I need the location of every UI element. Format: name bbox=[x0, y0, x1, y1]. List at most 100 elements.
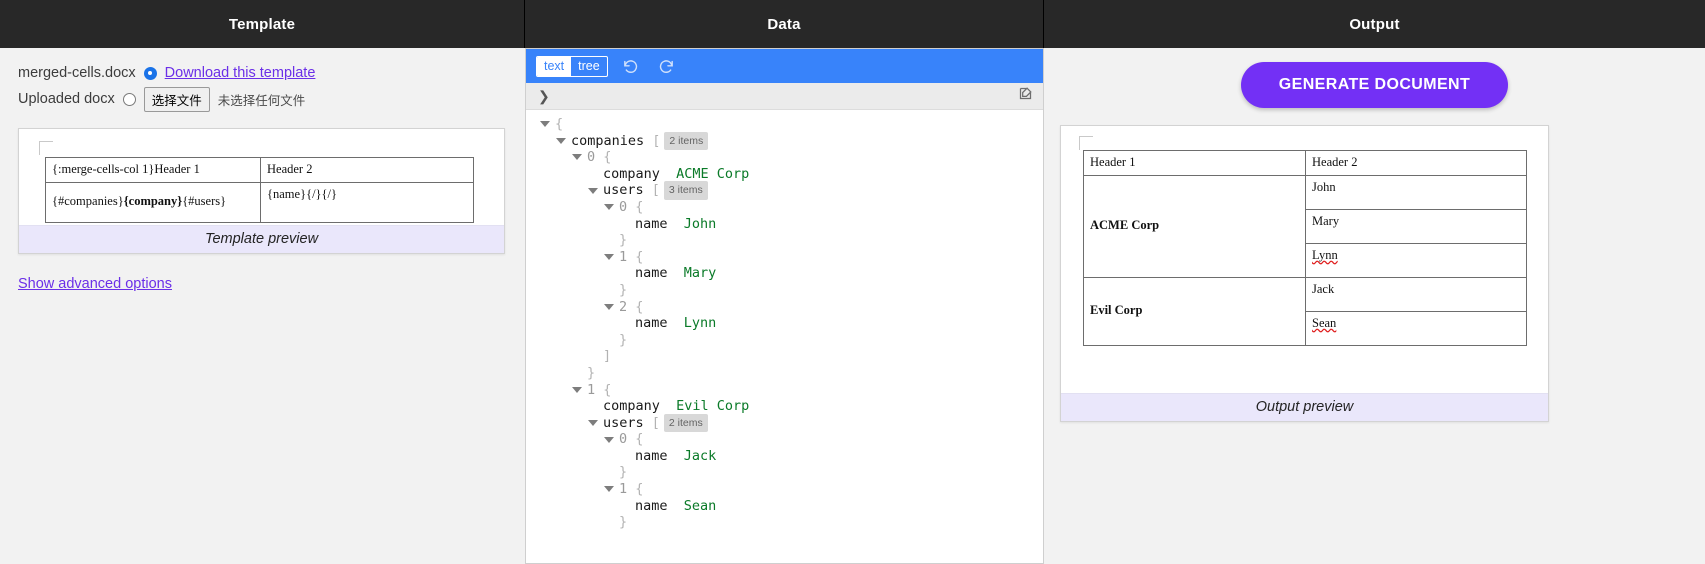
json-tree-node[interactable]: 2 { bbox=[526, 299, 1043, 316]
json-tree-node[interactable]: users [3 items bbox=[526, 181, 1043, 200]
json-bracket: } bbox=[619, 232, 628, 249]
json-tree-node[interactable]: 0 { bbox=[526, 431, 1043, 448]
json-tree-node[interactable]: { bbox=[526, 116, 1043, 133]
json-string-value: Mary bbox=[675, 265, 717, 282]
template-panel: Template merged-cells.docx Download this… bbox=[0, 0, 525, 564]
json-search-bar[interactable]: ❯ bbox=[526, 83, 1043, 110]
undo-icon[interactable] bbox=[618, 54, 644, 78]
json-string-value: ACME Corp bbox=[668, 165, 750, 182]
radio-default-template[interactable] bbox=[143, 66, 157, 80]
json-tree-node[interactable]: company Evil Corp bbox=[526, 398, 1043, 415]
json-bracket: } bbox=[619, 331, 628, 348]
json-tree-node[interactable]: name Sean bbox=[526, 498, 1043, 515]
json-tree-node[interactable]: } bbox=[526, 332, 1043, 349]
json-item-count-badge: 2 items bbox=[664, 131, 709, 151]
json-key: name bbox=[635, 315, 676, 332]
template-source-upload-row: Uploaded docx 选择文件 未选择任何文件 bbox=[18, 86, 507, 112]
template-file-name: merged-cells.docx bbox=[18, 65, 136, 81]
json-tree-node[interactable]: 1 { bbox=[526, 382, 1043, 399]
json-tree-node[interactable]: ] bbox=[526, 348, 1043, 365]
json-string-value: Lynn bbox=[675, 315, 717, 332]
page-ruler-mark bbox=[1079, 136, 1093, 150]
json-tree-node[interactable]: name John bbox=[526, 216, 1043, 233]
generate-document-button[interactable]: GENERATE DOCUMENT bbox=[1240, 62, 1509, 108]
chevron-right-icon[interactable]: ❯ bbox=[538, 88, 550, 105]
expand-collapse-triangle-icon[interactable] bbox=[604, 436, 614, 443]
download-template-link[interactable]: Download this template bbox=[165, 65, 316, 81]
json-bracket: { bbox=[603, 149, 612, 166]
radio-uploaded-docx[interactable] bbox=[122, 92, 136, 106]
json-key: name bbox=[635, 447, 676, 464]
expand-collapse-triangle-icon[interactable] bbox=[588, 419, 598, 426]
json-array-index: 2 bbox=[619, 298, 636, 315]
json-tree-node[interactable]: } bbox=[526, 282, 1043, 299]
template-source-default-row: merged-cells.docx Download this template bbox=[18, 62, 507, 84]
json-tree-node[interactable]: } bbox=[526, 365, 1043, 382]
expand-collapse-triangle-icon[interactable] bbox=[572, 154, 582, 161]
expand-collapse-triangle-icon[interactable] bbox=[604, 204, 614, 211]
json-bracket: } bbox=[619, 514, 628, 531]
json-tree-node[interactable]: name Mary bbox=[526, 265, 1043, 282]
page-ruler-mark bbox=[39, 141, 53, 155]
json-tree-node[interactable]: name Lynn bbox=[526, 315, 1043, 332]
mode-tree-button[interactable]: tree bbox=[571, 57, 607, 76]
json-tree-node[interactable]: name Jack bbox=[526, 448, 1043, 465]
json-item-count-badge: 2 items bbox=[663, 413, 708, 433]
json-key: name bbox=[635, 265, 676, 282]
json-tree-node[interactable]: } bbox=[526, 514, 1043, 531]
json-tree-node[interactable]: company ACME Corp bbox=[526, 166, 1043, 183]
json-bracket: } bbox=[587, 364, 596, 381]
json-bracket: ] bbox=[603, 348, 612, 365]
output-user-cell: John bbox=[1305, 174, 1527, 210]
json-bracket: [ bbox=[651, 182, 660, 199]
json-tree-node[interactable]: 1 { bbox=[526, 249, 1043, 266]
output-header-cell-1: Header 1 bbox=[1083, 150, 1306, 176]
json-tree-node[interactable]: users [2 items bbox=[526, 413, 1043, 433]
json-array-index: 0 bbox=[587, 149, 604, 166]
json-bracket: { bbox=[635, 248, 644, 265]
choose-file-button[interactable]: 选择文件 bbox=[143, 86, 210, 112]
json-tree-node[interactable]: companies [2 items bbox=[526, 131, 1043, 151]
json-bracket: { bbox=[635, 298, 644, 315]
expand-collapse-triangle-icon[interactable] bbox=[540, 121, 550, 128]
expand-collapse-triangle-icon[interactable] bbox=[604, 254, 614, 261]
json-bracket: { bbox=[555, 116, 564, 132]
table-row: Evil Corp Jack bbox=[1083, 276, 1527, 346]
json-tree-node[interactable]: 0 { bbox=[526, 149, 1043, 166]
json-string-value: Sean bbox=[675, 497, 717, 514]
expand-collapse-triangle-icon[interactable] bbox=[604, 486, 614, 493]
json-bracket: [ bbox=[652, 132, 661, 149]
template-panel-header: Template bbox=[0, 0, 525, 48]
output-user-cell: Sean bbox=[1305, 310, 1527, 346]
edit-pencil-icon[interactable] bbox=[1018, 86, 1033, 106]
output-user-name: Mary bbox=[1312, 213, 1340, 228]
json-array-index: 1 bbox=[587, 381, 604, 398]
data-panel-header: Data bbox=[525, 0, 1044, 48]
show-advanced-options-link[interactable]: Show advanced options bbox=[18, 276, 172, 292]
expand-collapse-triangle-icon[interactable] bbox=[572, 386, 582, 393]
json-tree-node[interactable]: } bbox=[526, 232, 1043, 249]
json-key: company bbox=[603, 165, 669, 182]
json-tree-node[interactable]: } bbox=[526, 464, 1043, 481]
json-key: name bbox=[635, 215, 676, 232]
json-tree-node[interactable]: 0 { bbox=[526, 199, 1043, 216]
editor-mode-switch[interactable]: text tree bbox=[536, 55, 608, 77]
redo-icon[interactable] bbox=[654, 54, 680, 78]
output-user-name: Sean bbox=[1312, 315, 1337, 330]
template-preview-card: {:merge-cells-col 1}Header 1 Header 2 {#… bbox=[18, 128, 505, 254]
expand-collapse-triangle-icon[interactable] bbox=[556, 137, 566, 144]
template-cell-name: {name}{/}{/} bbox=[260, 181, 474, 223]
json-tree-node[interactable]: 1 { bbox=[526, 481, 1043, 498]
table-row: {#companies}{company}{#users} {name}{/}{… bbox=[45, 181, 474, 223]
output-panel-title: Output bbox=[1349, 15, 1400, 33]
json-tree-view[interactable]: {companies [2 items 0 {company ACME Corp u… bbox=[526, 110, 1043, 563]
template-panel-body: merged-cells.docx Download this template… bbox=[0, 48, 525, 293]
json-array-index: 0 bbox=[619, 431, 636, 448]
expand-collapse-triangle-icon[interactable] bbox=[588, 187, 598, 194]
json-bracket: { bbox=[635, 198, 644, 215]
expand-collapse-triangle-icon[interactable] bbox=[604, 303, 614, 310]
output-preview-caption: Output preview bbox=[1061, 393, 1548, 421]
mode-text-button[interactable]: text bbox=[537, 56, 572, 76]
json-string-value: John bbox=[675, 215, 717, 232]
json-array-index: 0 bbox=[619, 198, 636, 215]
